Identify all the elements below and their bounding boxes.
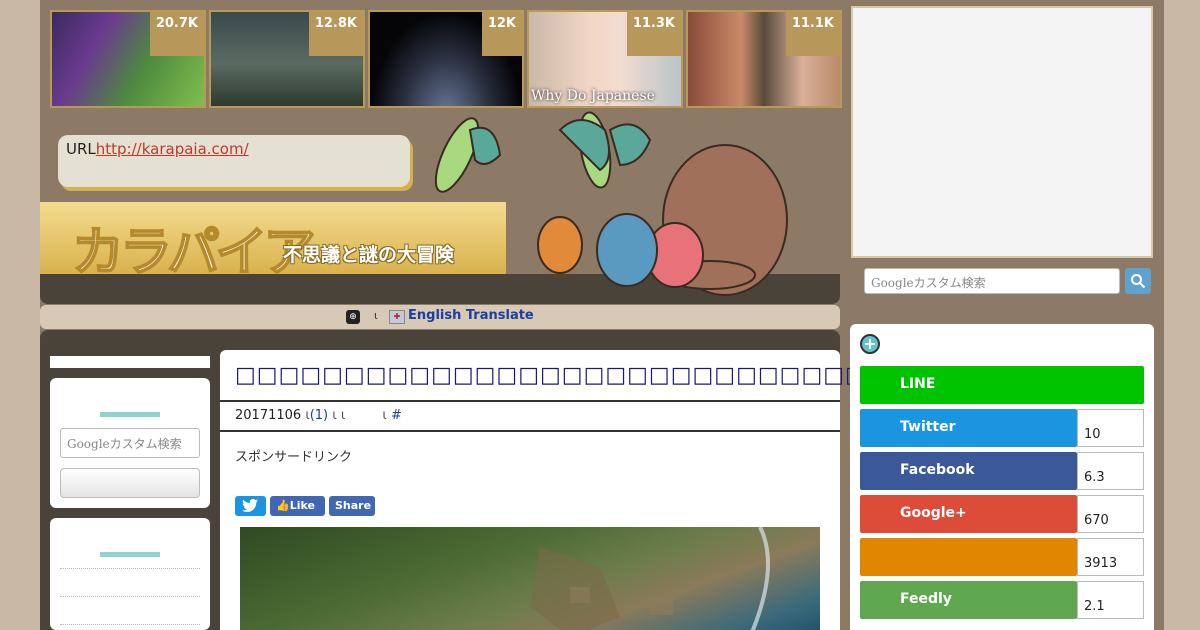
left-search-button[interactable]: [60, 468, 200, 498]
search-button[interactable]: [1125, 268, 1151, 294]
left-sidebar-widget: [50, 518, 210, 630]
share-row-googleplus[interactable]: Google+ 670: [860, 495, 1144, 533]
facebook-like-button[interactable]: 👍Like: [270, 496, 325, 516]
widget-heading-bar: [100, 412, 160, 417]
feedly-count: 2.1: [1077, 581, 1144, 619]
share-row-line[interactable]: LINE: [860, 366, 1144, 404]
facebook-share-button[interactable]: Share: [329, 496, 375, 516]
social-share-panel: + LINE Twitter 10 Facebook 6.3 Google+ 6…: [850, 324, 1154, 630]
left-search-widget: Googleカスタム検索: [50, 378, 210, 508]
thumbnail-caption: Why Do Japanese: [531, 88, 655, 104]
comment-count-link[interactable]: (1): [310, 408, 328, 423]
facebook-count: 6.3: [1077, 452, 1144, 490]
url-box: URLhttp://karapaia.com/: [58, 135, 410, 187]
line-share-button[interactable]: LINE: [860, 366, 1144, 404]
like-label: Like: [289, 499, 315, 512]
url-label: URL: [66, 140, 96, 158]
widget-heading-bar: [100, 552, 160, 557]
googleplus-count: 670: [1077, 495, 1144, 533]
article-image: [240, 527, 820, 630]
thumbnail-count: 11.1K: [785, 12, 840, 56]
aerial-photo: [530, 527, 770, 630]
uk-flag-icon: ✚: [389, 310, 405, 324]
thumbnail-count: 11.3K: [626, 12, 681, 56]
share-row-bookmark[interactable]: 3913: [860, 538, 1144, 576]
site-url-link[interactable]: http://karapaia.com/: [96, 140, 249, 158]
thumbnail-3[interactable]: 12K: [368, 10, 524, 108]
article-meta: 20171106 ι(1) ι ι ι #: [235, 408, 402, 423]
right-search-input[interactable]: Googleカスタム検索: [864, 268, 1120, 294]
plus-icon[interactable]: +: [860, 334, 880, 354]
left-search-input[interactable]: Googleカスタム検索: [60, 428, 200, 458]
thumbnail-count: 20.7K: [149, 12, 204, 56]
divider: [60, 624, 200, 625]
mascot-illustration: [434, 111, 788, 296]
divider: [220, 430, 840, 432]
separator: ι: [374, 309, 378, 322]
article-date: 20171106: [235, 408, 302, 423]
popular-thumbnails: 20.7K 12.8K 12K 11.3K Why Do Japanese 11…: [50, 10, 844, 110]
googleplus-share-button[interactable]: Google+: [860, 495, 1077, 533]
thumbnail-2[interactable]: 12.8K: [209, 10, 365, 108]
thumbnail-4[interactable]: 11.3K Why Do Japanese: [527, 10, 683, 108]
thumbnail-count: 12.8K: [308, 12, 363, 56]
english-translate-link[interactable]: English Translate: [408, 308, 534, 323]
divider: [60, 596, 200, 597]
translate-bar: ⊕ ι ✚ English Translate: [40, 305, 840, 329]
thumbs-up-icon: 👍: [276, 499, 290, 512]
thumbnail-1[interactable]: 20.7K: [50, 10, 206, 108]
advertisement-box: [851, 6, 1153, 258]
twitter-share-button[interactable]: Twitter: [860, 409, 1077, 447]
thumbnail-5[interactable]: 11.1K: [686, 10, 842, 108]
sponsored-link-label: スポンサードリンク: [235, 450, 353, 465]
thumbnail-count: 12K: [481, 12, 522, 56]
share-row-feedly[interactable]: Feedly 2.1: [860, 581, 1144, 619]
share-row-twitter[interactable]: Twitter 10: [860, 409, 1144, 447]
bookmark-share-button[interactable]: [860, 538, 1077, 576]
feedly-follow-button[interactable]: Feedly: [860, 581, 1077, 619]
tweet-button[interactable]: [235, 496, 266, 516]
share-row-facebook[interactable]: Facebook 6.3: [860, 452, 1144, 490]
twitter-count: 10: [1077, 409, 1144, 447]
globe-icon[interactable]: ⊕: [346, 310, 360, 324]
divider: [220, 400, 840, 402]
article: □□□□□□□□□□□□□□□□□□□□□□□□□□□□□□□□□□□□□□□ …: [220, 350, 1084, 630]
divider: [60, 568, 200, 569]
share-label: Share: [335, 499, 372, 512]
twitter-bird-icon: [242, 499, 258, 512]
search-icon: [1131, 274, 1146, 289]
facebook-share-button-side[interactable]: Facebook: [860, 452, 1077, 490]
permalink[interactable]: #: [391, 408, 402, 423]
left-sidebar-strip: [50, 356, 210, 368]
bookmark-count: 3913: [1077, 538, 1144, 576]
